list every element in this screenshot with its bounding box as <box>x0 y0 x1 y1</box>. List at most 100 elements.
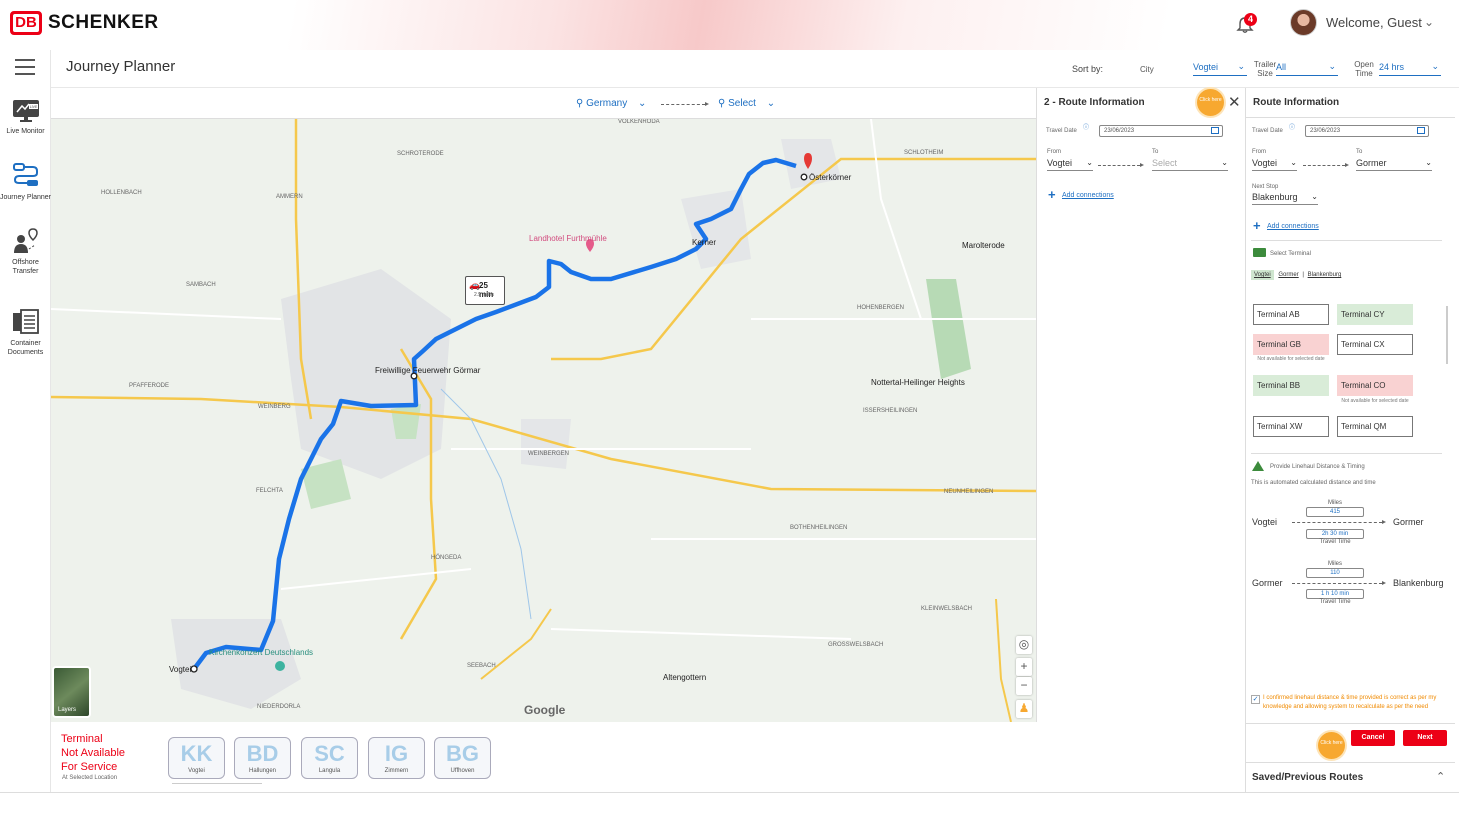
info-icon[interactable]: ⓘ <box>1083 122 1089 131</box>
breadcrumb-item[interactable]: Gormer <box>1278 272 1298 278</box>
linehaul-title: Provide Linehaul Distance & Timing <box>1270 464 1365 470</box>
nav-label: Live Monitor <box>6 128 45 135</box>
street-view-pegman-icon[interactable]: ♟ <box>1016 700 1032 718</box>
travel-date-label: Travel Date <box>1252 128 1283 134</box>
trailer-size-select[interactable]: All ⌄ <box>1276 61 1338 76</box>
welcome-text[interactable]: Welcome, Guest <box>1326 15 1422 30</box>
to-location-select[interactable]: ⚲ Select ⌄ <box>718 98 775 109</box>
add-icon[interactable]: + <box>1253 218 1261 233</box>
map-town-label: Kerner <box>692 238 717 247</box>
map-town-label: Österkörner <box>809 173 852 182</box>
close-icon[interactable]: ✕ <box>1228 93 1241 111</box>
travel-date-value: 23/06/2023 <box>1104 128 1135 134</box>
nav-item-journey-planner[interactable]: Journey Planner <box>0 162 51 202</box>
nav-label: Journey Planner <box>0 194 51 201</box>
open-time-select[interactable]: 24 hrs ⌄ <box>1379 61 1441 76</box>
user-avatar[interactable] <box>1290 9 1317 36</box>
from-select[interactable]: Vogtei ⌄ <box>1252 158 1297 171</box>
city-filter-select[interactable]: Vogtei ⌄ <box>1193 61 1247 76</box>
terminal-card[interactable]: BG Uffhoven <box>434 737 491 779</box>
time-value: 1 h 10 min <box>1320 591 1350 597</box>
breadcrumb-item[interactable]: Vogtei <box>1251 270 1274 280</box>
select-terminal-label: Select Terminal <box>1270 251 1311 257</box>
map-label: KLEINWELSBACH <box>921 606 973 612</box>
google-logo: Google <box>524 703 566 717</box>
terminal-name: Hallungen <box>248 768 277 774</box>
chevron-down-icon: ⌄ <box>1221 158 1228 167</box>
chevron-up-icon[interactable]: ⌃ <box>1436 770 1445 783</box>
nav-item-live-monitor[interactable]: LIVE Live Monitor <box>0 98 51 136</box>
city-filter-label: City <box>1140 65 1154 74</box>
terminal-option[interactable]: Terminal XW <box>1253 416 1329 437</box>
terminal-option[interactable]: Terminal GB <box>1253 334 1329 355</box>
miles-input[interactable]: Miles 110 <box>1306 561 1364 578</box>
offshore-transfer-icon <box>13 228 38 253</box>
click-here-hint[interactable]: Click here <box>1318 732 1345 759</box>
to-select[interactable]: Gormer ⌄ <box>1356 158 1432 171</box>
cancel-button[interactable]: Cancel <box>1351 730 1395 746</box>
page-title: Journey Planner <box>66 58 176 75</box>
terminal-option[interactable]: Terminal CX <box>1337 334 1413 355</box>
map-poi-label: Landhotel Furthmühle <box>529 234 607 243</box>
my-location-icon[interactable]: ◎ <box>1016 636 1032 654</box>
sub-header: Journey Planner Sort by: City Vogtei ⌄ Tr… <box>51 50 1459 88</box>
terminal-option[interactable]: Terminal CY <box>1337 304 1413 325</box>
travel-date-input[interactable]: 23/06/2023 <box>1099 125 1223 137</box>
terminal-option[interactable]: Terminal AB <box>1253 304 1329 325</box>
add-connections-link[interactable]: Add connections <box>1062 192 1114 199</box>
terminal-option[interactable]: Terminal CO <box>1337 375 1413 396</box>
confirm-checkbox[interactable]: ✓ <box>1251 695 1260 704</box>
breadcrumb-item[interactable]: Blankenburg <box>1308 272 1342 278</box>
sort-by-label: Sort by: <box>1072 64 1104 74</box>
from-location-select[interactable]: ⚲ Germany ⌄ <box>576 98 646 109</box>
zoom-in-button[interactable]: + <box>1016 658 1032 676</box>
divider <box>1246 117 1455 118</box>
click-here-hint[interactable]: Click here <box>1197 89 1224 116</box>
to-select[interactable]: Select ⌄ <box>1152 158 1228 171</box>
leg-from: Gormer <box>1252 578 1283 588</box>
terminal-card[interactable]: BD Hallungen <box>234 737 291 779</box>
saved-routes-section[interactable]: Saved/Previous Routes ⌃ <box>1246 762 1455 792</box>
hamburger-menu-icon[interactable] <box>15 59 35 80</box>
info-icon[interactable]: ⓘ <box>1289 122 1295 131</box>
map-pin-icon: ⚲ <box>718 98 726 109</box>
map-area[interactable]: ⚲ Germany ⌄ ⚲ Select ⌄ VOLKENRODA SCHROT… <box>51 88 1036 722</box>
terminal-option[interactable]: Terminal QM <box>1337 416 1413 437</box>
layers-button[interactable]: Layers <box>52 666 91 718</box>
container-documents-icon <box>12 309 39 334</box>
nav-item-container-documents[interactable]: Container Documents <box>0 308 51 357</box>
miles-value: 415 <box>1329 509 1340 515</box>
next-stop-select[interactable]: Blakenburg ⌄ <box>1252 192 1318 205</box>
travel-time-input[interactable]: 2h 30 min Travel Time <box>1306 529 1364 545</box>
map-label: ISSERSHEILINGEN <box>863 408 918 414</box>
terminal-card[interactable]: SC Langula <box>301 737 358 779</box>
db-schenker-logo[interactable]: DB SCHENKER <box>10 11 159 35</box>
calendar-icon <box>1211 127 1219 134</box>
leg-arrow <box>1292 520 1386 524</box>
zoom-out-button[interactable]: − <box>1016 677 1032 695</box>
chevron-down-icon[interactable]: ⌄ <box>1424 15 1434 29</box>
map-canvas[interactable] <box>51 119 1036 722</box>
next-button[interactable]: Next <box>1403 730 1447 746</box>
terminal-name: Zimmern <box>384 768 409 774</box>
journey-planner-icon <box>12 163 38 186</box>
scroll-track[interactable] <box>172 783 262 784</box>
terminal-card[interactable]: IG Zimmern <box>368 737 425 779</box>
nav-label: Container Documents <box>7 340 44 356</box>
nav-item-offshore-transfer[interactable]: Offshore Transfer <box>0 227 51 276</box>
add-connections-link[interactable]: Add connections <box>1267 223 1319 230</box>
from-select[interactable]: Vogtei ⌄ <box>1047 158 1093 171</box>
miles-input[interactable]: Miles 415 <box>1306 500 1364 517</box>
travel-date-input[interactable]: 23/06/2023 <box>1305 125 1429 137</box>
map-label: HOLLENBACH <box>101 190 142 196</box>
open-time-label: Open Time <box>1354 60 1374 78</box>
travel-time-input[interactable]: 1 h 10 min Travel Time <box>1306 589 1364 605</box>
add-icon[interactable]: + <box>1048 187 1056 202</box>
terminal-card[interactable]: KK Vogtei <box>168 737 225 779</box>
map-label: PFAFFERODE <box>129 383 170 389</box>
terminal-list-scrollbar[interactable] <box>1446 306 1448 364</box>
breadcrumb-separator: | <box>1302 272 1304 278</box>
terminal-code: BD <box>246 741 279 766</box>
terminal-option[interactable]: Terminal BB <box>1253 375 1329 396</box>
panel-title: 2 - Route Information <box>1044 97 1145 108</box>
